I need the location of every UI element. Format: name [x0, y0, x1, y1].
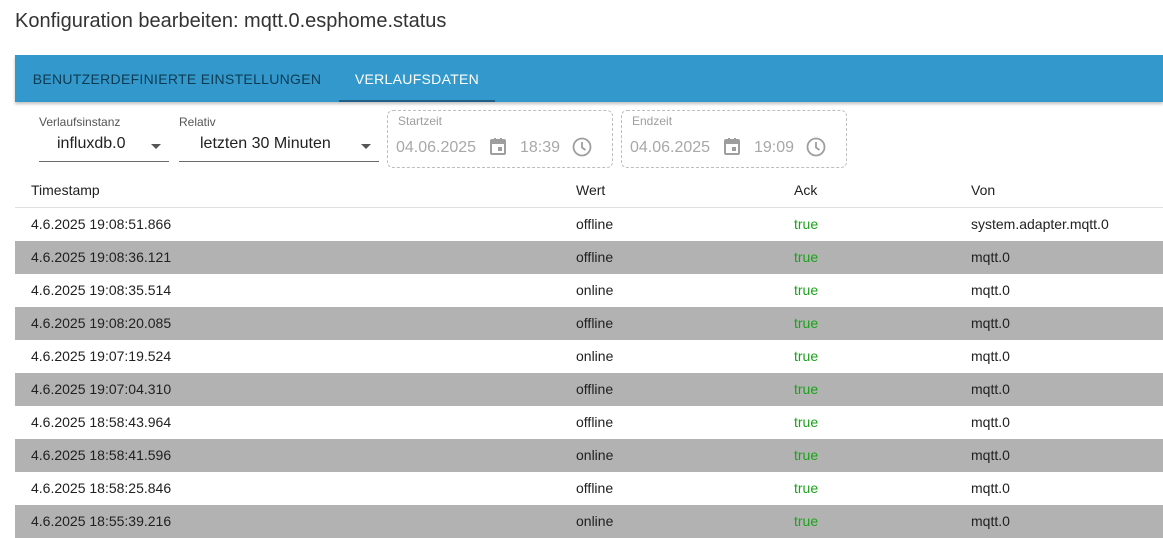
cell-ack: true — [794, 282, 819, 298]
cell-from: mqtt.0 — [971, 315, 1010, 331]
cell-from: mqtt.0 — [971, 348, 1010, 364]
cell-from: mqtt.0 — [971, 480, 1010, 496]
start-time-input[interactable]: 18:39 — [520, 139, 560, 157]
start-time-field: Startzeit 04.06.2025 18:39 — [387, 110, 613, 168]
table-row[interactable]: 4.6.2025 19:08:51.866 offline true syste… — [15, 208, 1163, 241]
cell-value: offline — [576, 381, 614, 397]
end-time-input[interactable]: 19:09 — [754, 139, 794, 157]
cell-ack: true — [794, 447, 819, 463]
cell-ack: true — [794, 348, 819, 364]
cell-ack: true — [794, 513, 819, 529]
relative-value: letzten 30 Minuten — [200, 135, 331, 152]
cell-value: online — [576, 348, 614, 364]
cell-timestamp: 4.6.2025 19:08:35.514 — [31, 282, 172, 298]
cell-from: mqtt.0 — [971, 447, 1010, 463]
cell-from: mqtt.0 — [971, 249, 1010, 265]
cell-value: online — [576, 282, 614, 298]
history-table: Timestamp Wert Ack Von 4.6.2025 19:08:51… — [15, 174, 1163, 538]
cell-value: online — [576, 447, 614, 463]
cell-timestamp: 4.6.2025 19:08:20.085 — [31, 315, 172, 331]
cell-from: mqtt.0 — [971, 381, 1010, 397]
relative-select[interactable]: letzten 30 Minuten — [179, 131, 379, 162]
cell-from: mqtt.0 — [971, 282, 1010, 298]
end-date-input[interactable]: 04.06.2025 — [630, 139, 710, 157]
cell-from: system.adapter.mqtt.0 — [971, 216, 1109, 232]
header-value[interactable]: Wert — [576, 174, 605, 207]
tab-bar: BENUTZERDEFINIERTE EINSTELLUNGEN VERLAUF… — [15, 55, 1163, 102]
start-date-input[interactable]: 04.06.2025 — [396, 139, 476, 157]
cell-ack: true — [794, 480, 819, 496]
tab-custom-settings[interactable]: BENUTZERDEFINIERTE EINSTELLUNGEN — [15, 55, 339, 102]
clock-icon[interactable] — [572, 137, 592, 157]
table-row[interactable]: 4.6.2025 19:07:04.310 offline true mqtt.… — [15, 373, 1163, 406]
header-from[interactable]: Von — [971, 174, 995, 207]
table-header: Timestamp Wert Ack Von — [15, 174, 1163, 208]
cell-value: offline — [576, 216, 614, 232]
tab-history-data[interactable]: VERLAUFSDATEN — [339, 55, 495, 102]
cell-value: online — [576, 513, 614, 529]
cell-timestamp: 4.6.2025 19:07:19.524 — [31, 348, 172, 364]
table-row[interactable]: 4.6.2025 18:58:25.846 offline true mqtt.… — [15, 472, 1163, 505]
cell-from: mqtt.0 — [971, 414, 1010, 430]
relative-label: Relativ — [179, 115, 216, 129]
cell-value: offline — [576, 480, 614, 496]
chevron-down-icon — [361, 144, 371, 149]
table-row[interactable]: 4.6.2025 19:08:36.121 offline true mqtt.… — [15, 241, 1163, 274]
cell-ack: true — [794, 414, 819, 430]
cell-timestamp: 4.6.2025 19:08:36.121 — [31, 249, 172, 265]
instance-value: influxdb.0 — [57, 135, 126, 152]
cell-ack: true — [794, 381, 819, 397]
instance-label: Verlaufsinstanz — [39, 115, 121, 129]
cell-ack: true — [794, 315, 819, 331]
cell-ack: true — [794, 249, 819, 265]
table-row[interactable]: 4.6.2025 18:58:41.596 online true mqtt.0 — [15, 439, 1163, 472]
cell-timestamp: 4.6.2025 19:08:51.866 — [31, 216, 172, 232]
start-time-label: Startzeit — [398, 114, 443, 128]
end-time-label: Endzeit — [632, 114, 673, 128]
cell-ack: true — [794, 216, 819, 232]
table-row[interactable]: 4.6.2025 19:08:35.514 online true mqtt.0 — [15, 274, 1163, 307]
cell-timestamp: 4.6.2025 19:07:04.310 — [31, 381, 172, 397]
cell-value: offline — [576, 414, 614, 430]
clock-icon[interactable] — [806, 137, 826, 157]
cell-timestamp: 4.6.2025 18:58:41.596 — [31, 447, 172, 463]
header-timestamp[interactable]: Timestamp — [31, 174, 100, 207]
cell-timestamp: 4.6.2025 18:55:39.216 — [31, 513, 172, 529]
calendar-icon[interactable] — [490, 138, 506, 155]
cell-timestamp: 4.6.2025 18:58:25.846 — [31, 480, 172, 496]
cell-from: mqtt.0 — [971, 513, 1010, 529]
calendar-icon[interactable] — [724, 138, 740, 155]
page-title: Konfiguration bearbeiten: mqtt.0.esphome… — [15, 10, 447, 32]
table-row[interactable]: 4.6.2025 18:55:39.216 online true mqtt.0 — [15, 505, 1163, 538]
cell-value: offline — [576, 249, 614, 265]
table-row[interactable]: 4.6.2025 19:08:20.085 offline true mqtt.… — [15, 307, 1163, 340]
cell-timestamp: 4.6.2025 18:58:43.964 — [31, 414, 172, 430]
table-row[interactable]: 4.6.2025 19:07:19.524 online true mqtt.0 — [15, 340, 1163, 373]
instance-select[interactable]: influxdb.0 — [39, 131, 169, 162]
chevron-down-icon — [151, 144, 161, 149]
cell-value: offline — [576, 315, 614, 331]
header-ack[interactable]: Ack — [794, 174, 817, 207]
end-time-field: Endzeit 04.06.2025 19:09 — [621, 110, 847, 168]
table-row[interactable]: 4.6.2025 18:58:43.964 offline true mqtt.… — [15, 406, 1163, 439]
